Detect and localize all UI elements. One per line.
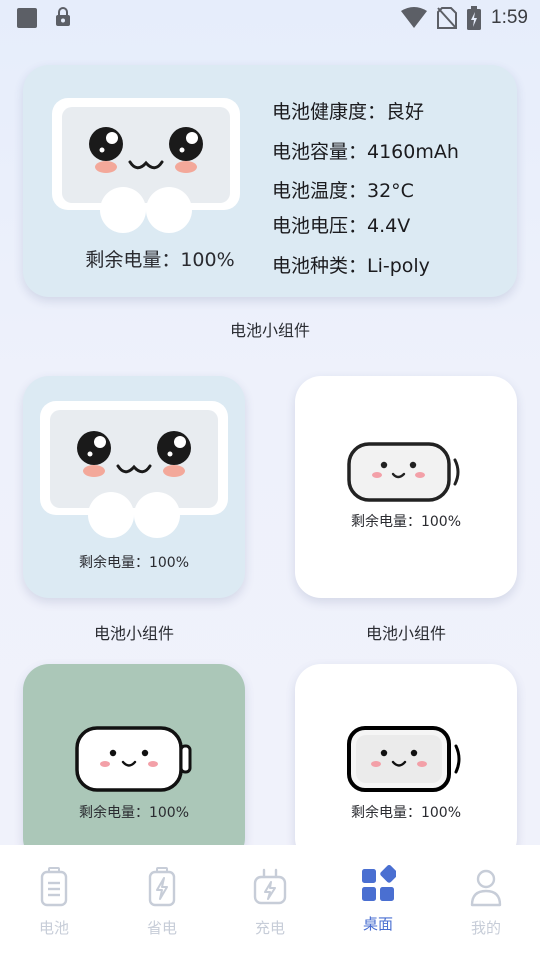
smiley-battery-icon [75, 726, 192, 792]
smiley-battery-icon [347, 726, 461, 792]
battery-widget-white[interactable]: 剩余电量：100% [295, 376, 517, 598]
status-bar: 1:59 [0, 0, 540, 36]
tab-label: 电池 [38, 919, 69, 937]
charging-icon [253, 868, 287, 905]
battery-widget-blue[interactable]: 剩余电量：100% [23, 376, 245, 598]
tab-label: 省电 [146, 919, 177, 937]
remaining-charge-label: 剩余电量：100% [85, 249, 235, 271]
battery-icon [40, 867, 68, 907]
remaining-charge-label: 剩余电量：100% [78, 555, 190, 571]
tab-label: 桌面 [362, 915, 393, 933]
battery-voltage: 电池电压：4.4V [272, 215, 411, 237]
battery-widget-green[interactable]: 剩余电量：100% [23, 664, 245, 864]
large-battery-widget[interactable]: 剩余电量：100% [23, 65, 517, 297]
tab-battery[interactable]: 电池 [0, 845, 108, 960]
cute-face-battery-icon [52, 98, 240, 233]
tab-label: 充电 [254, 919, 285, 937]
remaining-charge-label: 剩余电量：100% [78, 805, 190, 821]
battery-charging-icon [467, 6, 482, 30]
remaining-charge-label: 剩余电量：100% [350, 805, 462, 821]
no-sim-icon [437, 7, 458, 29]
bottom-tab-bar: 电池 省电 充电 桌面 我的 [0, 845, 540, 960]
power-save-icon [148, 867, 176, 907]
battery-type: 电池种类：Li-poly [272, 255, 430, 277]
widget-caption: 电池小组件 [93, 624, 174, 643]
wifi-icon [401, 7, 428, 28]
tab-desktop[interactable]: 桌面 [324, 845, 432, 960]
profile-icon [470, 869, 502, 907]
battery-capacity: 电池容量：4160mAh [272, 141, 459, 163]
tab-profile[interactable]: 我的 [432, 845, 540, 960]
battery-health: 电池健康度：良好 [272, 101, 425, 123]
cute-face-battery-icon [40, 401, 228, 538]
battery-widget-white-bold[interactable]: 剩余电量：100% [295, 664, 517, 864]
remaining-charge-label: 剩余电量：100% [350, 514, 462, 530]
tab-power-save[interactable]: 省电 [108, 845, 216, 960]
widget-caption: 电池小组件 [229, 321, 310, 340]
lock-notification-icon [56, 7, 70, 26]
widget-caption: 电池小组件 [365, 624, 446, 643]
battery-temperature: 电池温度：32°C [272, 180, 414, 202]
widgets-icon [362, 865, 396, 901]
smiley-battery-icon [347, 442, 460, 502]
clock: 1:59 [491, 7, 528, 28]
stop-square-icon [17, 8, 37, 28]
tab-charging[interactable]: 充电 [216, 845, 324, 960]
tab-label: 我的 [470, 919, 501, 937]
